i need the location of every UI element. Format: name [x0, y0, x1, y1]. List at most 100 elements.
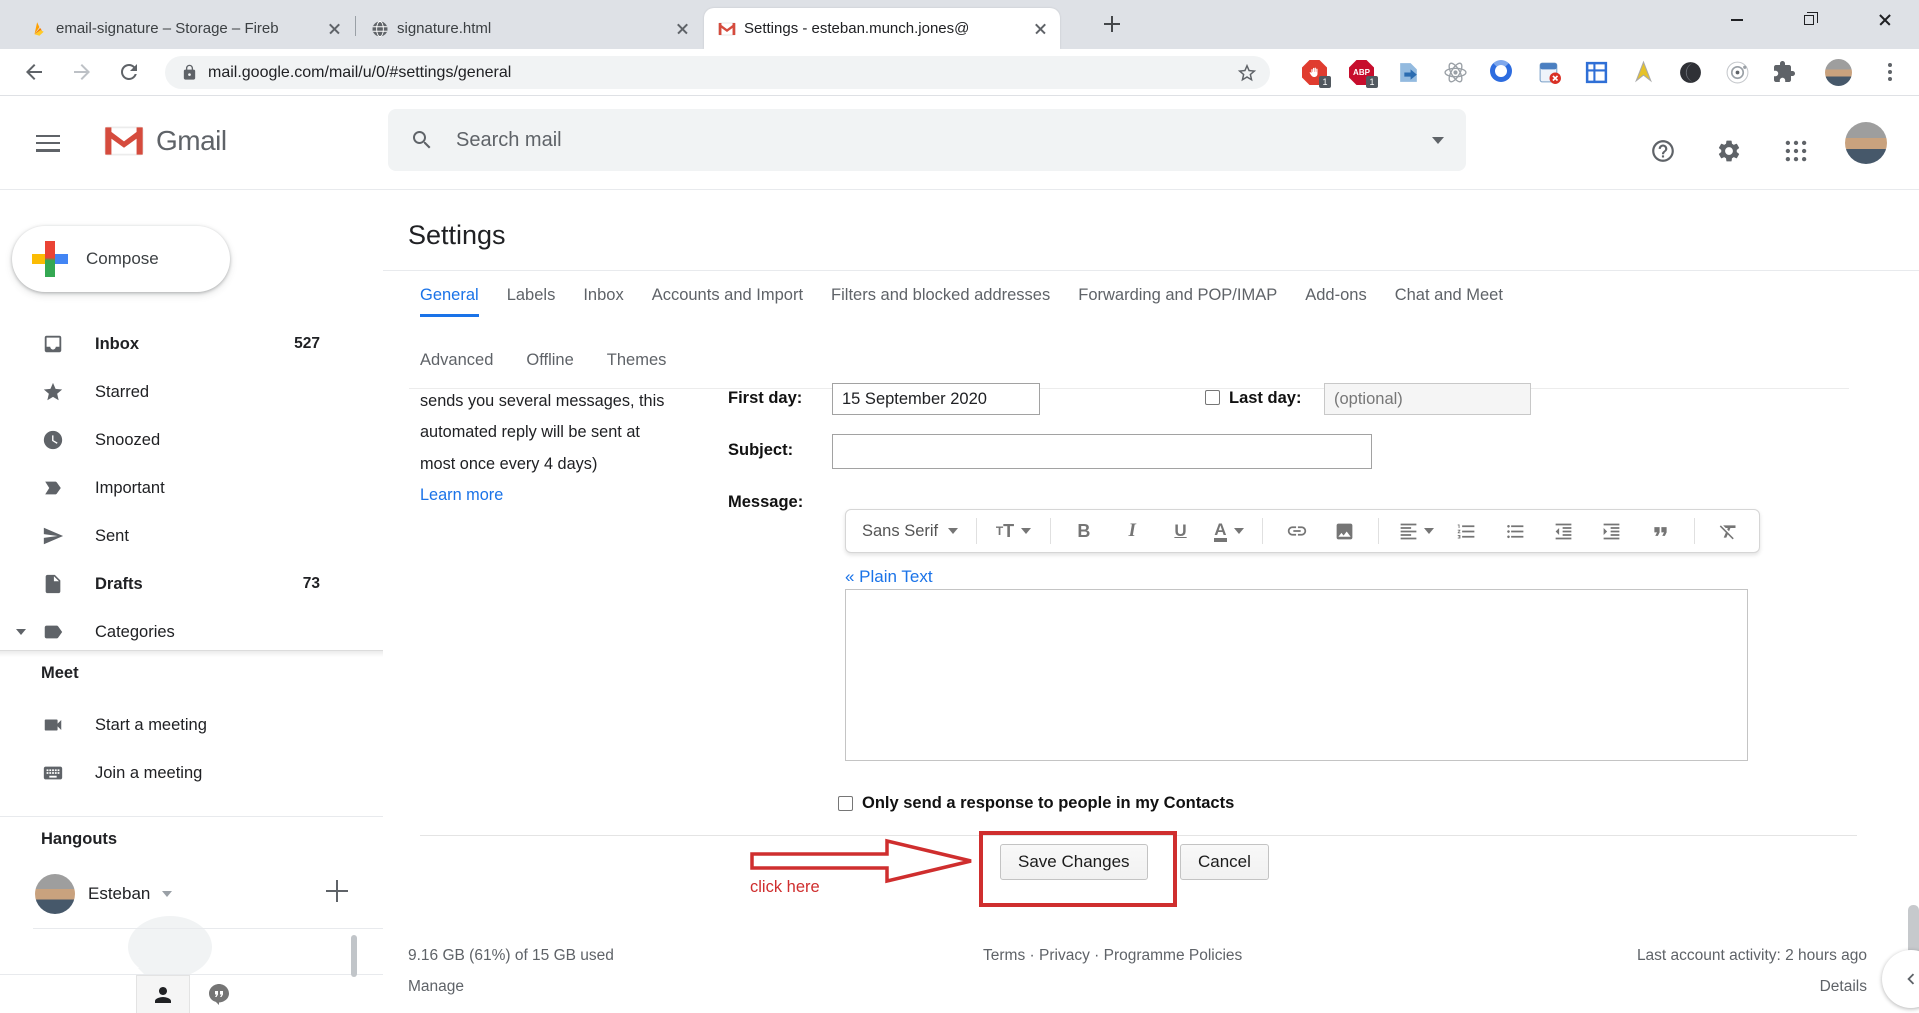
contacts-only-checkbox[interactable]	[838, 796, 853, 811]
tab-offline[interactable]: Offline	[526, 351, 573, 370]
browser-profile-avatar[interactable]	[1825, 59, 1852, 86]
tab-filters[interactable]: Filters and blocked addresses	[831, 286, 1050, 317]
text-color-button[interactable]: A	[1214, 515, 1244, 547]
sidebar-item-snoozed[interactable]: Snoozed	[0, 416, 370, 464]
sidebar-scrollbar-thumb[interactable]	[351, 935, 357, 977]
indent-decrease-button[interactable]	[1549, 515, 1579, 547]
reload-button[interactable]	[117, 60, 141, 84]
window-restore-button[interactable]	[1786, 0, 1832, 40]
plain-text-toggle-link[interactable]: « Plain Text	[845, 567, 933, 587]
search-icon[interactable]	[410, 128, 434, 152]
browser-tab-firebase[interactable]: email-signature – Storage – Fireb	[16, 8, 354, 49]
hangouts-user-chevron-icon[interactable]	[162, 891, 172, 897]
window-minimize-button[interactable]	[1714, 0, 1760, 40]
expand-chevron-icon[interactable]	[16, 629, 26, 635]
extension-grid-icon[interactable]	[1584, 60, 1609, 85]
font-family-selector[interactable]: Sans Serif	[862, 515, 958, 547]
extension-pointer-icon[interactable]	[1631, 60, 1656, 85]
remove-formatting-button[interactable]	[1713, 515, 1743, 547]
bold-button[interactable]: B	[1069, 515, 1099, 547]
tab-advanced[interactable]: Advanced	[420, 351, 493, 370]
browser-menu-button[interactable]	[1878, 60, 1902, 84]
quote-button[interactable]	[1645, 515, 1675, 547]
extension-dark-mode-icon[interactable]	[1678, 60, 1703, 85]
sidebar-item-starred[interactable]: Starred	[0, 368, 370, 416]
first-day-input[interactable]	[832, 383, 1040, 415]
settings-gear-icon[interactable]	[1716, 138, 1742, 164]
tab-themes[interactable]: Themes	[607, 351, 667, 370]
tab-accounts-and-import[interactable]: Accounts and Import	[652, 286, 803, 317]
gmail-logo[interactable]: Gmail	[102, 124, 227, 158]
tab-close-icon[interactable]	[674, 20, 692, 38]
compose-button[interactable]: Compose	[12, 226, 230, 292]
extensions-puzzle-icon[interactable]	[1772, 60, 1797, 85]
toolbar-separator	[1262, 518, 1263, 544]
hangouts-tab-button[interactable]	[196, 975, 242, 1013]
meet-section-title: Meet	[41, 664, 79, 683]
contacts-tab-button[interactable]	[136, 975, 190, 1013]
google-apps-grid-icon[interactable]	[1783, 138, 1809, 164]
align-button[interactable]	[1398, 515, 1434, 547]
activity-details-link[interactable]: Details	[1820, 978, 1867, 996]
terms-link[interactable]: Terms	[983, 947, 1025, 964]
sidebar-item-start-meeting[interactable]: Start a meeting	[0, 701, 370, 749]
tab-close-icon[interactable]	[326, 20, 344, 38]
underline-button[interactable]: U	[1166, 515, 1196, 547]
learn-more-link[interactable]: Learn more	[420, 480, 720, 511]
sidebar-item-join-meeting[interactable]: Join a meeting	[0, 749, 370, 797]
manage-storage-link[interactable]: Manage	[408, 978, 464, 996]
extension-blocker-icon[interactable]	[1537, 60, 1562, 85]
help-icon[interactable]	[1650, 138, 1676, 164]
tab-addons[interactable]: Add-ons	[1305, 286, 1366, 317]
tab-labels[interactable]: Labels	[507, 286, 556, 317]
tab-close-icon[interactable]	[1032, 20, 1050, 38]
tab-inbox[interactable]: Inbox	[583, 286, 623, 317]
cancel-button[interactable]: Cancel	[1180, 844, 1269, 880]
last-day-input[interactable]	[1324, 383, 1531, 415]
sidebar-item-categories[interactable]: Categories	[0, 608, 370, 656]
extension-adblock-icon[interactable]: 1	[1302, 60, 1327, 85]
tab-general[interactable]: General	[420, 286, 479, 317]
hangouts-user-avatar[interactable]	[35, 874, 75, 914]
tab-forwarding[interactable]: Forwarding and POP/IMAP	[1078, 286, 1277, 317]
browser-tab-signature[interactable]: signature.html	[357, 8, 702, 49]
extension-share-icon[interactable]	[1396, 60, 1421, 85]
insert-link-button[interactable]	[1282, 515, 1312, 547]
browser-tab-gmail-settings[interactable]: Settings - esteban.munch.jones@	[704, 8, 1060, 49]
privacy-link[interactable]: Privacy	[1039, 947, 1090, 964]
new-tab-button[interactable]	[1104, 16, 1121, 33]
sidebar-item-inbox[interactable]: Inbox 527	[0, 320, 370, 368]
page-title: Settings	[408, 220, 506, 251]
tab-title: signature.html	[397, 20, 666, 37]
subject-input[interactable]	[832, 434, 1372, 469]
new-conversation-button[interactable]	[326, 880, 348, 902]
search-input[interactable]	[456, 129, 1432, 152]
bulleted-list-button[interactable]	[1500, 515, 1530, 547]
address-bar[interactable]: mail.google.com/mail/u/0/#settings/gener…	[165, 56, 1270, 89]
extension-target-icon[interactable]	[1725, 60, 1750, 85]
insert-image-button[interactable]	[1330, 515, 1360, 547]
window-close-button[interactable]	[1862, 0, 1908, 40]
last-day-checkbox[interactable]	[1205, 390, 1220, 405]
sidebar-item-drafts[interactable]: Drafts 73	[0, 560, 370, 608]
tab-chat-and-meet[interactable]: Chat and Meet	[1395, 286, 1503, 317]
main-menu-icon[interactable]	[36, 130, 62, 156]
back-button[interactable]	[22, 60, 46, 84]
indent-increase-button[interactable]	[1597, 515, 1627, 547]
extension-ring-icon[interactable]	[1490, 60, 1515, 85]
sidebar-item-important[interactable]: Important	[0, 464, 370, 512]
italic-button[interactable]: I	[1117, 515, 1147, 547]
font-size-button[interactable]: TT	[996, 515, 1031, 547]
save-changes-button[interactable]: Save Changes	[1000, 844, 1148, 880]
message-body-input[interactable]	[845, 589, 1748, 761]
extension-adblock-plus-icon[interactable]: ABP 1	[1349, 60, 1374, 85]
numbered-list-button[interactable]	[1452, 515, 1482, 547]
extension-react-devtools-icon[interactable]	[1443, 60, 1468, 85]
account-avatar[interactable]	[1845, 122, 1887, 164]
policies-link[interactable]: Programme Policies	[1104, 947, 1243, 964]
bookmark-star-icon[interactable]	[1236, 62, 1258, 84]
search-bar[interactable]	[388, 109, 1466, 171]
sidebar-item-sent[interactable]: Sent	[0, 512, 370, 560]
forward-button[interactable]	[70, 60, 94, 84]
search-options-chevron-icon[interactable]	[1432, 137, 1444, 144]
